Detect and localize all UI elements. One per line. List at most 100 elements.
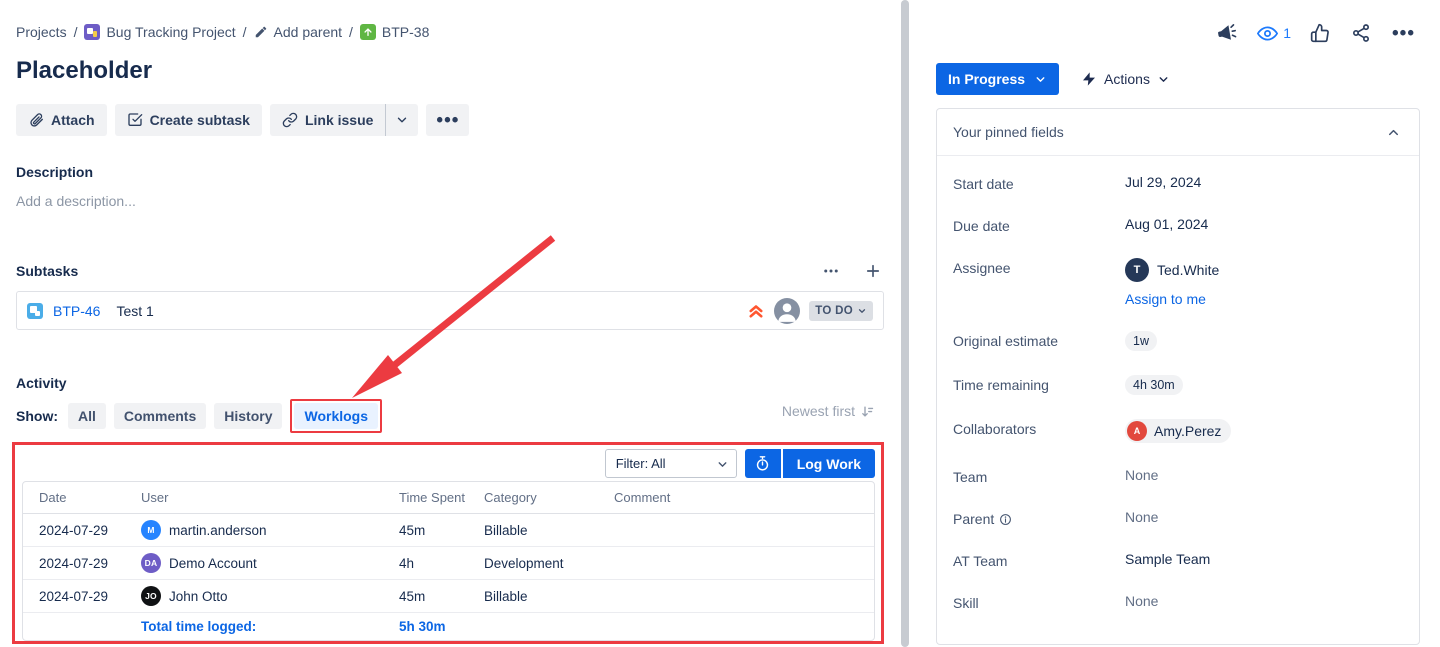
collaborator-chip[interactable]: A Amy.Perez bbox=[1125, 419, 1231, 443]
team-value[interactable]: None bbox=[1125, 467, 1158, 483]
field-collaborators: Collaborators A Amy.Perez bbox=[953, 407, 1403, 455]
description-placeholder[interactable]: Add a description... bbox=[16, 193, 136, 209]
vote-thumbs-up-button[interactable] bbox=[1308, 21, 1332, 45]
tab-all[interactable]: All bbox=[68, 403, 106, 429]
issue-header-icons: 1 ••• bbox=[1214, 20, 1417, 46]
subtask-status-dropdown[interactable]: TO DO bbox=[809, 301, 873, 321]
more-options-button[interactable]: ••• bbox=[1390, 22, 1417, 45]
breadcrumb: Projects / Bug Tracking Project / Add pa… bbox=[16, 24, 429, 40]
breadcrumb-separator: / bbox=[243, 24, 247, 40]
user-avatar: DA bbox=[141, 553, 161, 573]
attach-button[interactable]: Attach bbox=[16, 104, 107, 136]
project-avatar-icon bbox=[84, 24, 100, 40]
user-name: John Otto bbox=[169, 589, 228, 604]
breadcrumb-project[interactable]: Bug Tracking Project bbox=[84, 24, 235, 40]
skill-value[interactable]: None bbox=[1125, 593, 1158, 609]
tab-comments[interactable]: Comments bbox=[114, 403, 206, 429]
status-dropdown[interactable]: In Progress bbox=[936, 63, 1059, 95]
user-avatar: JO bbox=[141, 586, 161, 606]
assign-to-me-link[interactable]: Assign to me bbox=[1125, 291, 1219, 307]
more-actions-button[interactable]: ••• bbox=[426, 104, 469, 136]
collaborator-avatar: A bbox=[1127, 421, 1147, 441]
subtasks-heading: Subtasks bbox=[16, 263, 78, 279]
pinned-fields-panel: Your pinned fields Start date Jul 29, 20… bbox=[936, 108, 1420, 645]
feedback-megaphone-button[interactable] bbox=[1214, 20, 1240, 46]
pencil-icon bbox=[254, 25, 268, 39]
col-time-spent: Time Spent bbox=[391, 482, 476, 514]
assignee-avatar: T bbox=[1125, 258, 1149, 282]
subtask-row[interactable]: BTP-46 Test 1 TO DO bbox=[16, 291, 884, 330]
page-title: Placeholder bbox=[16, 57, 152, 85]
worklog-total-row: Total time logged: 5h 30m bbox=[23, 613, 874, 641]
subtasks-add-button[interactable] bbox=[862, 260, 884, 282]
chevron-up-icon bbox=[1386, 125, 1401, 140]
due-date-value[interactable]: Aug 01, 2024 bbox=[1125, 216, 1208, 232]
worklog-filter-select[interactable]: Filter: All bbox=[605, 449, 737, 478]
worklog-row[interactable]: 2024-07-29 JO John Otto 45m Billable bbox=[23, 580, 874, 613]
breadcrumb-separator: / bbox=[349, 24, 353, 40]
chevron-down-icon bbox=[1034, 73, 1047, 86]
chevron-down-icon bbox=[1157, 73, 1170, 86]
breadcrumb-projects[interactable]: Projects bbox=[16, 24, 67, 40]
link-icon bbox=[282, 112, 298, 128]
original-estimate-value[interactable]: 1w bbox=[1125, 331, 1157, 351]
paperclip-icon bbox=[28, 112, 44, 128]
at-team-value[interactable]: Sample Team bbox=[1125, 551, 1210, 567]
collapse-panel-button[interactable] bbox=[1384, 123, 1403, 142]
worklogs-tab-highlight-box: Worklogs bbox=[290, 399, 382, 433]
total-time-label: Total time logged: bbox=[133, 613, 391, 641]
subtask-type-icon bbox=[27, 303, 43, 319]
field-at-team: AT Team Sample Team bbox=[953, 539, 1403, 581]
actions-dropdown[interactable]: Actions bbox=[1081, 71, 1170, 87]
activity-heading: Activity bbox=[16, 375, 67, 391]
share-button[interactable] bbox=[1349, 21, 1373, 45]
subtask-check-icon bbox=[127, 112, 143, 128]
breadcrumb-add-parent[interactable]: Add parent bbox=[254, 24, 343, 40]
subtask-key-link[interactable]: BTP-46 bbox=[53, 303, 100, 319]
info-icon bbox=[999, 513, 1012, 526]
start-timer-button[interactable] bbox=[745, 449, 781, 478]
tab-history[interactable]: History bbox=[214, 403, 282, 429]
worklog-row[interactable]: 2024-07-29 DA Demo Account 4h Developmen… bbox=[23, 547, 874, 580]
sort-descending-icon bbox=[860, 404, 875, 419]
ellipsis-icon: ••• bbox=[1392, 23, 1415, 44]
create-subtask-button[interactable]: Create subtask bbox=[115, 104, 262, 136]
pinned-fields-title: Your pinned fields bbox=[953, 124, 1064, 140]
stopwatch-icon bbox=[754, 455, 771, 472]
worklog-controls: Filter: All Log Work bbox=[605, 449, 875, 478]
link-issue-split-button: Link issue bbox=[270, 104, 418, 136]
breadcrumb-issue[interactable]: BTP-38 bbox=[360, 24, 429, 40]
field-team: Team None bbox=[953, 455, 1403, 497]
field-start-date: Start date Jul 29, 2024 bbox=[953, 162, 1403, 204]
subtask-summary[interactable]: Test 1 bbox=[116, 303, 153, 319]
subtasks-more-button[interactable] bbox=[820, 260, 842, 282]
log-work-button[interactable]: Log Work bbox=[783, 449, 875, 478]
watchers-count: 1 bbox=[1283, 25, 1291, 41]
lightning-icon bbox=[1081, 71, 1097, 87]
issue-toolbar: Attach Create subtask Link issue ••• bbox=[16, 104, 469, 136]
sort-order-control[interactable]: Newest first bbox=[782, 403, 875, 419]
ellipsis-icon: ••• bbox=[436, 111, 459, 130]
field-skill: Skill None bbox=[953, 581, 1403, 623]
link-issue-button[interactable]: Link issue bbox=[270, 104, 385, 136]
total-time-value: 5h 30m bbox=[391, 613, 476, 641]
link-issue-dropdown-button[interactable] bbox=[385, 104, 418, 136]
worklog-header-row: Date User Time Spent Category Comment bbox=[23, 482, 874, 514]
worklog-row[interactable]: 2024-07-29 M martin.anderson 45m Billabl… bbox=[23, 514, 874, 547]
start-date-value[interactable]: Jul 29, 2024 bbox=[1125, 174, 1201, 190]
parent-value[interactable]: None bbox=[1125, 509, 1158, 525]
priority-highest-icon bbox=[747, 302, 765, 320]
time-remaining-value[interactable]: 4h 30m bbox=[1125, 375, 1183, 395]
tab-worklogs[interactable]: Worklogs bbox=[294, 403, 378, 429]
pane-scrollbar[interactable] bbox=[901, 0, 909, 647]
field-assignee: Assignee T Ted.White Assign to me bbox=[953, 246, 1403, 319]
eye-icon bbox=[1257, 23, 1278, 44]
description-heading: Description bbox=[16, 164, 93, 180]
assignee-avatar[interactable] bbox=[774, 298, 800, 324]
watch-button[interactable]: 1 bbox=[1257, 23, 1291, 44]
breadcrumb-separator: / bbox=[74, 24, 78, 40]
subtasks-header: Subtasks bbox=[16, 260, 884, 282]
chevron-down-icon bbox=[716, 458, 729, 471]
assignee-value[interactable]: T Ted.White bbox=[1125, 258, 1219, 282]
show-label: Show: bbox=[16, 408, 58, 424]
